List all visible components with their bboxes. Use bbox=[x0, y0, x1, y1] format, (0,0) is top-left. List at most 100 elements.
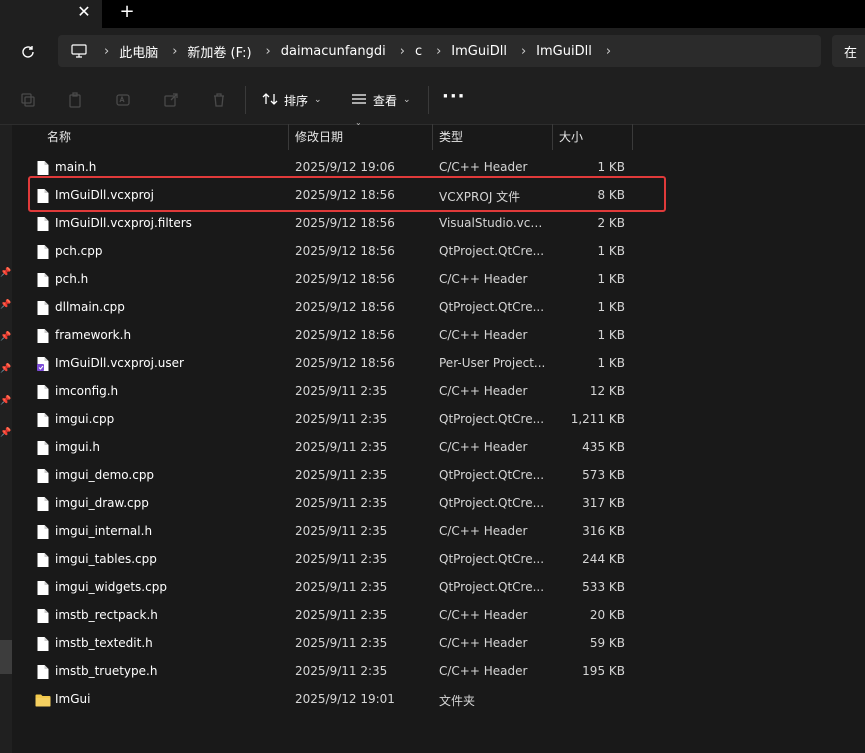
file-row[interactable]: ImGui 2025/9/12 19:01 文件夹 bbox=[30, 686, 640, 714]
file-name: imgui_tables.cpp bbox=[55, 552, 157, 566]
file-row[interactable]: imgui.cpp 2025/9/11 2:35 QtProject.QtCre..… bbox=[30, 406, 640, 434]
file-icon bbox=[36, 664, 50, 680]
nav-scrollbar-thumb[interactable] bbox=[0, 640, 12, 674]
file-name: ImGuiDll.vcxproj.user bbox=[55, 356, 184, 370]
toolbar-divider bbox=[245, 86, 246, 114]
pin-icon[interactable]: 📌 bbox=[0, 332, 11, 342]
file-date: 2025/9/12 18:56 bbox=[295, 272, 395, 286]
file-row[interactable]: imgui_draw.cpp 2025/9/11 2:35 QtProject.Qt… bbox=[30, 490, 640, 518]
file-type: C/C++ Header bbox=[439, 608, 528, 622]
pin-icon[interactable]: 📌 bbox=[0, 428, 11, 438]
chevron-right-icon[interactable]: › bbox=[592, 44, 621, 59]
file-row[interactable]: pch.h 2025/9/12 18:56 C/C++ Header 1 KB bbox=[30, 266, 640, 294]
file-size: 316 KB bbox=[582, 524, 625, 538]
breadcrumb-imguidll-2[interactable]: ImGuiDll bbox=[536, 44, 592, 59]
file-date: 2025/9/11 2:35 bbox=[295, 524, 388, 538]
file-icon bbox=[36, 328, 50, 344]
refresh-icon[interactable] bbox=[16, 40, 40, 64]
share-icon[interactable] bbox=[161, 90, 181, 110]
file-type: Per-User Project... bbox=[439, 356, 546, 370]
file-icon bbox=[36, 412, 50, 428]
file-icon bbox=[36, 636, 50, 652]
column-header-type[interactable]: 类型 bbox=[439, 128, 463, 148]
pin-icon[interactable]: 📌 bbox=[0, 268, 11, 278]
copy-icon[interactable] bbox=[18, 90, 38, 110]
chevron-right-icon[interactable]: › bbox=[386, 44, 415, 59]
file-row[interactable]: imgui_tables.cpp 2025/9/11 2:35 QtProject.… bbox=[30, 546, 640, 574]
column-divider[interactable] bbox=[552, 124, 553, 150]
chevron-right-icon[interactable]: › bbox=[422, 44, 451, 59]
file-icon bbox=[36, 552, 50, 568]
file-size: 1,211 KB bbox=[570, 412, 625, 426]
pin-icon[interactable]: 📌 bbox=[0, 300, 11, 310]
file-row[interactable]: imgui.h 2025/9/11 2:35 C/C++ Header 435 KB bbox=[30, 434, 640, 462]
column-divider[interactable] bbox=[432, 124, 433, 150]
file-row[interactable]: imstb_truetype.h 2025/9/11 2:35 C/C++ Head… bbox=[30, 658, 640, 686]
file-type: VisualStudio.vcx... bbox=[439, 216, 547, 230]
close-tab-icon[interactable]: ✕ bbox=[74, 2, 94, 22]
file-size: 244 KB bbox=[582, 552, 625, 566]
file-icon bbox=[36, 440, 50, 456]
file-size: 195 KB bbox=[582, 664, 625, 678]
file-date: 2025/9/11 2:35 bbox=[295, 552, 388, 566]
file-row[interactable]: framework.h 2025/9/12 18:56 C/C++ Header 1 … bbox=[30, 322, 640, 350]
breadcrumb-imguidll-1[interactable]: ImGuiDll bbox=[451, 44, 507, 59]
breadcrumb-c[interactable]: c bbox=[415, 44, 422, 59]
breadcrumb-this-pc[interactable]: 此电脑 bbox=[119, 42, 158, 61]
file-type: C/C++ Header bbox=[439, 440, 528, 454]
column-header-size[interactable]: 大小 bbox=[559, 128, 583, 148]
file-size: 20 KB bbox=[589, 608, 625, 622]
chevron-right-icon[interactable]: › bbox=[252, 44, 281, 59]
pin-icon[interactable]: 📌 bbox=[0, 396, 11, 406]
breadcrumb-daimacunfangdi[interactable]: daimacunfangdi bbox=[281, 44, 386, 59]
new-tab-icon[interactable]: + bbox=[116, 1, 138, 23]
sort-indicator-icon: ⌄ bbox=[355, 118, 362, 127]
column-header-name[interactable]: 名称 bbox=[47, 128, 71, 148]
file-icon bbox=[36, 160, 50, 176]
sort-button[interactable]: 排序 ⌄ bbox=[262, 88, 322, 112]
breadcrumb-volume[interactable]: 新加卷 (F:) bbox=[187, 42, 251, 61]
file-name: pch.h bbox=[55, 272, 89, 286]
delete-icon[interactable] bbox=[209, 90, 229, 110]
view-button[interactable]: 查看 ⌄ bbox=[351, 88, 411, 112]
file-size: 573 KB bbox=[582, 468, 625, 482]
file-name: imstb_rectpack.h bbox=[55, 608, 158, 622]
file-row[interactable]: imgui_widgets.cpp 2025/9/11 2:35 QtProject… bbox=[30, 574, 640, 602]
file-type: C/C++ Header bbox=[439, 328, 528, 342]
file-row[interactable]: imstb_rectpack.h 2025/9/11 2:35 C/C++ Head… bbox=[30, 602, 640, 630]
column-divider[interactable] bbox=[288, 124, 289, 150]
file-type: QtProject.QtCre... bbox=[439, 412, 545, 426]
file-name: framework.h bbox=[55, 328, 132, 342]
file-type: QtProject.QtCre... bbox=[439, 552, 545, 566]
file-row[interactable]: ImGuiDll.vcxproj.filters 2025/9/12 18:56 V… bbox=[30, 210, 640, 238]
file-row[interactable]: imgui_internal.h 2025/9/11 2:35 C/C++ Head… bbox=[30, 518, 640, 546]
rename-icon[interactable] bbox=[113, 90, 133, 110]
monitor-icon[interactable] bbox=[68, 41, 90, 61]
search-placeholder: 在 bbox=[844, 46, 858, 61]
file-row[interactable]: imconfig.h 2025/9/11 2:35 C/C++ Header 12 K… bbox=[30, 378, 640, 406]
more-options-icon[interactable]: ··· bbox=[442, 86, 466, 107]
file-name: imgui_draw.cpp bbox=[55, 496, 149, 510]
chevron-right-icon[interactable]: › bbox=[90, 44, 119, 59]
chevron-right-icon[interactable]: › bbox=[158, 44, 187, 59]
file-size: 1 KB bbox=[597, 272, 625, 286]
file-size: 1 KB bbox=[597, 328, 625, 342]
pin-icon[interactable]: 📌 bbox=[0, 364, 11, 374]
file-row[interactable]: imstb_textedit.h 2025/9/11 2:35 C/C++ Head… bbox=[30, 630, 640, 658]
chevron-right-icon[interactable]: › bbox=[507, 44, 536, 59]
column-divider[interactable] bbox=[632, 124, 633, 150]
file-type: QtProject.QtCre... bbox=[439, 300, 545, 314]
paste-icon[interactable] bbox=[65, 90, 85, 110]
file-name: imgui.cpp bbox=[55, 412, 115, 426]
file-name: ImGuiDll.vcxproj.filters bbox=[55, 216, 192, 230]
search-input[interactable]: 在 bbox=[832, 35, 865, 67]
file-row[interactable]: dllmain.cpp 2025/9/12 18:56 QtProject.QtCr… bbox=[30, 294, 640, 322]
file-date: 2025/9/11 2:35 bbox=[295, 608, 388, 622]
column-header-date[interactable]: 修改日期 bbox=[295, 128, 343, 148]
file-name: imgui_internal.h bbox=[55, 524, 153, 538]
file-row[interactable]: pch.cpp 2025/9/12 18:56 QtProject.QtCre...… bbox=[30, 238, 640, 266]
file-row[interactable]: ImGuiDll.vcxproj.user 2025/9/12 18:56 Per-… bbox=[30, 350, 640, 378]
file-name: imgui_demo.cpp bbox=[55, 468, 155, 482]
sort-label: 排序 bbox=[284, 93, 309, 108]
file-row[interactable]: imgui_demo.cpp 2025/9/11 2:35 QtProject.Qt… bbox=[30, 462, 640, 490]
